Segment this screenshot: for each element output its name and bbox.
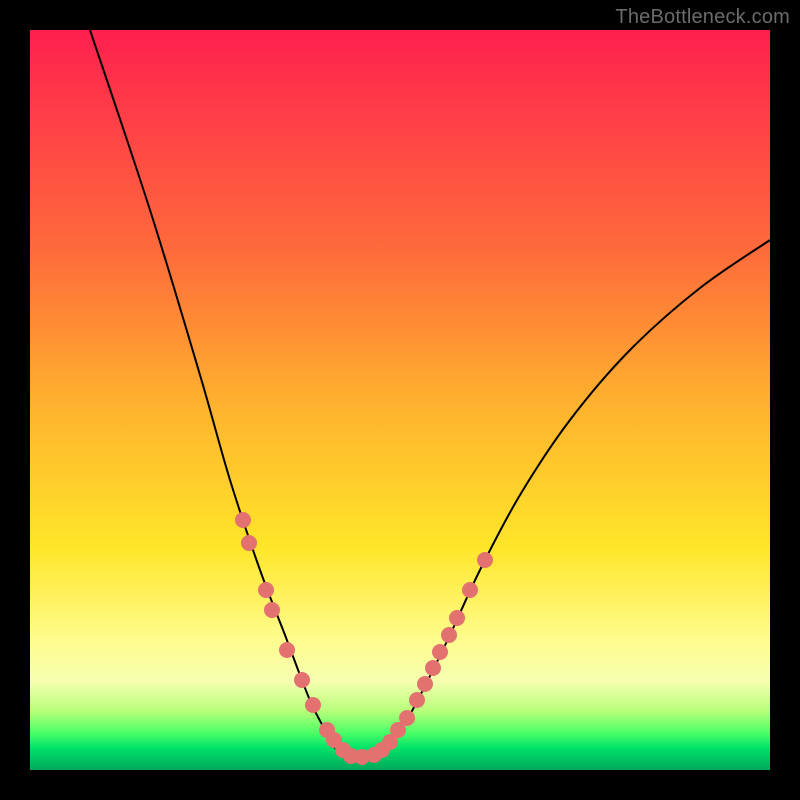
data-marker xyxy=(449,610,465,626)
markers-left-branch xyxy=(235,512,370,765)
data-marker xyxy=(258,582,274,598)
watermark-text: TheBottleneck.com xyxy=(615,6,790,29)
data-marker xyxy=(241,535,257,551)
bottleneck-curve xyxy=(90,30,770,758)
data-marker xyxy=(264,602,280,618)
data-marker xyxy=(441,627,457,643)
data-marker xyxy=(425,660,441,676)
data-marker xyxy=(294,672,310,688)
markers-right-branch xyxy=(366,552,493,763)
curve-layer xyxy=(30,30,770,770)
data-marker xyxy=(417,676,433,692)
data-marker xyxy=(305,697,321,713)
data-marker xyxy=(409,692,425,708)
data-marker xyxy=(235,512,251,528)
data-marker xyxy=(399,710,415,726)
data-marker xyxy=(477,552,493,568)
chart-frame: TheBottleneck.com xyxy=(0,0,800,800)
data-marker xyxy=(432,644,448,660)
data-marker xyxy=(462,582,478,598)
data-marker xyxy=(279,642,295,658)
plot-area xyxy=(30,30,770,770)
